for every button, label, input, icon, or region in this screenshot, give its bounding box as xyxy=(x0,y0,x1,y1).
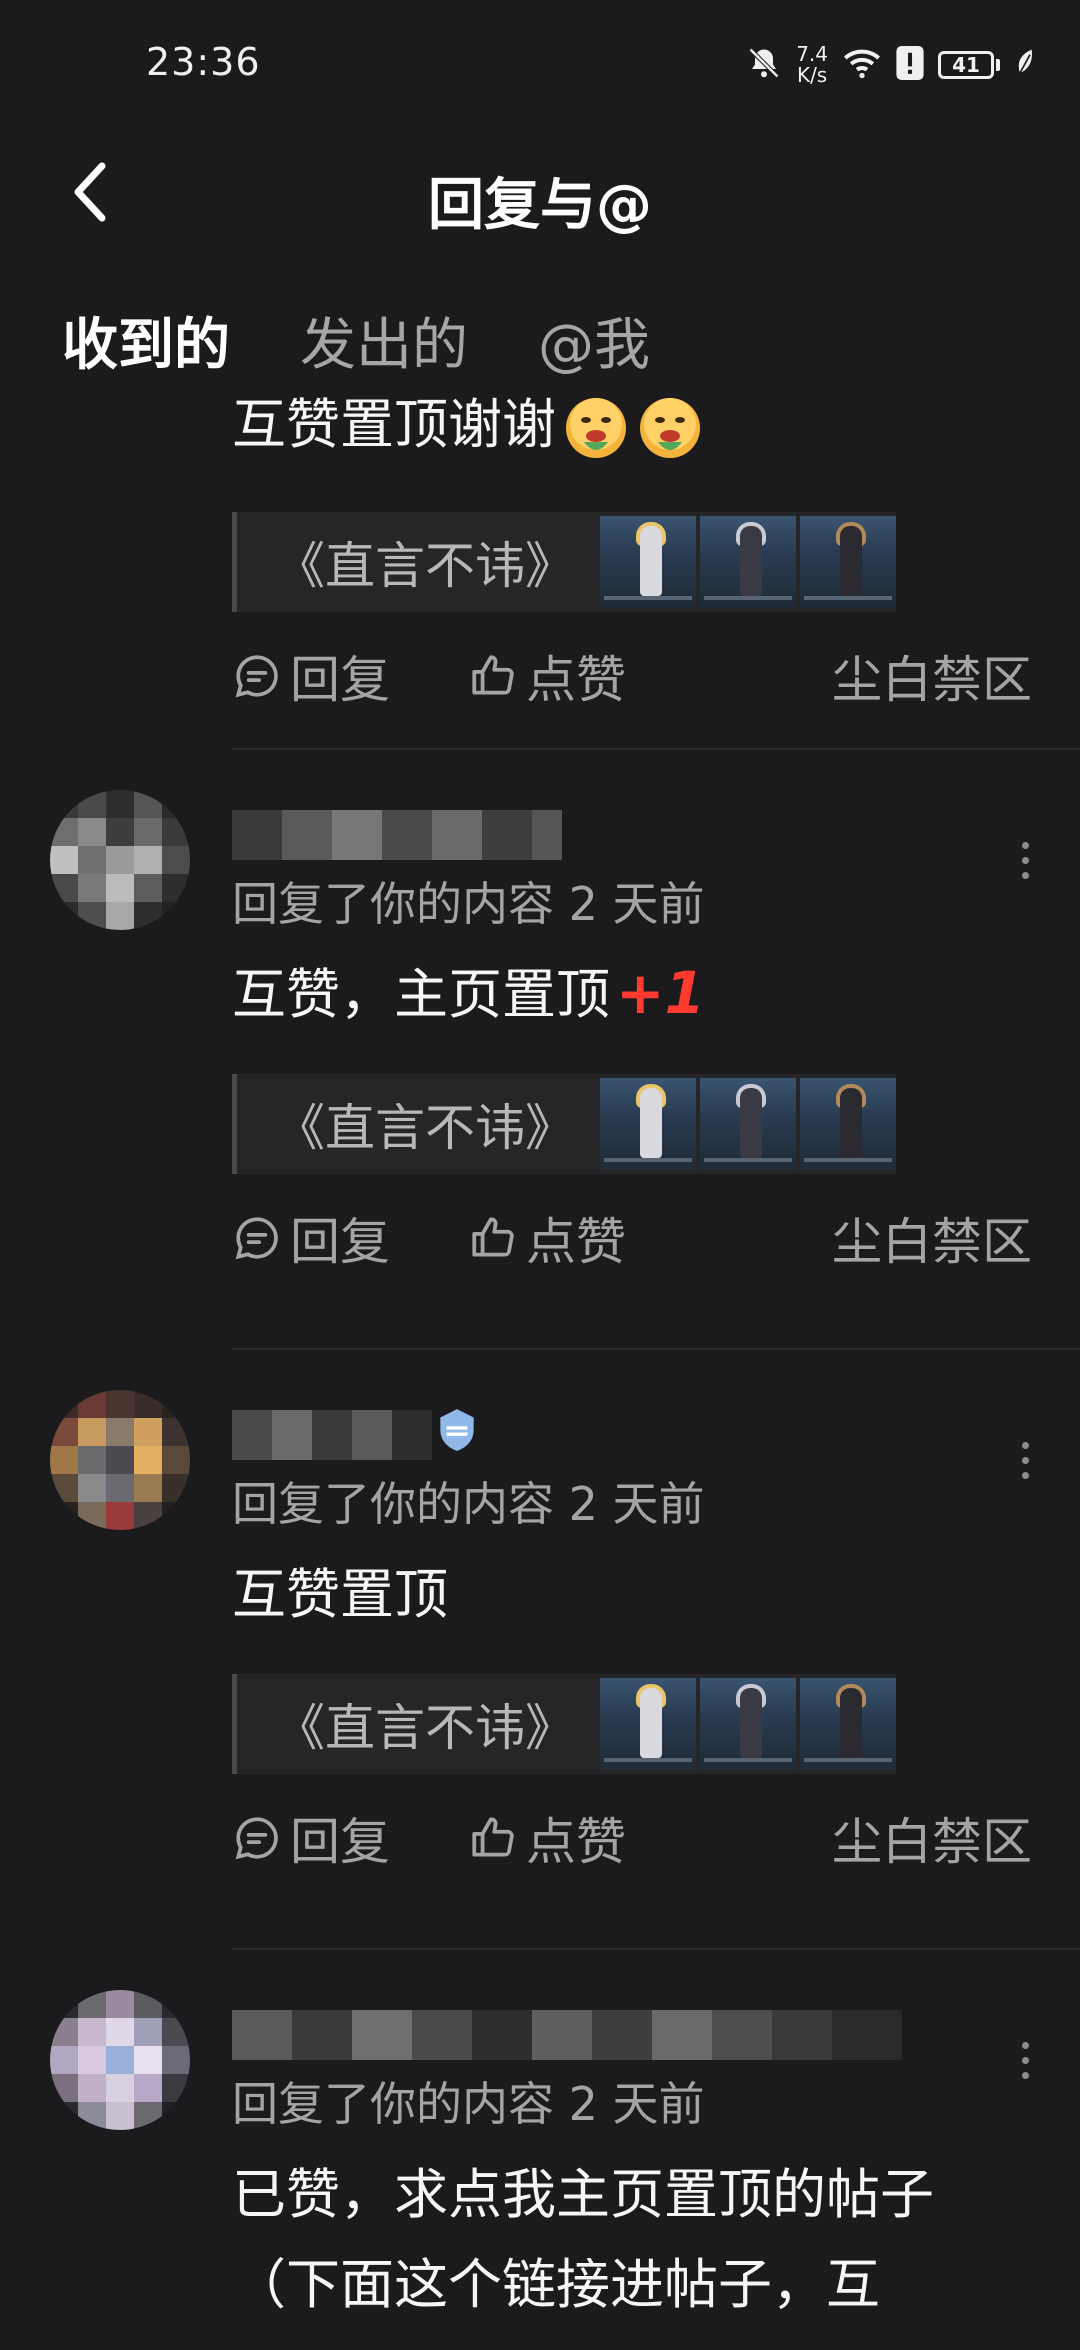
status-icons: 7.4 K/s 41 xyxy=(746,40,1036,90)
reply-text: 互赞置顶 xyxy=(232,1563,448,1626)
like-button[interactable]: 点赞 xyxy=(468,1202,626,1274)
tab-sent[interactable]: 发出的 xyxy=(300,300,468,390)
battery-cap xyxy=(996,59,1000,71)
level-badge-icon xyxy=(432,1405,482,1459)
post-thumbnails xyxy=(600,516,896,608)
thumbs-up-icon xyxy=(472,1817,514,1857)
list-item: 回复了你的内容 2 天前 互赞，主页置顶 +1 《直言不讳》 回复 点赞 尘白禁… xyxy=(0,750,1080,1350)
reply-meta: 回复了你的内容 2 天前 xyxy=(232,877,705,931)
username-obscured[interactable] xyxy=(232,810,562,860)
page-title: 回复与@ xyxy=(428,173,652,238)
username-obscured[interactable] xyxy=(232,1410,432,1460)
battery-indicator: 41 xyxy=(938,51,1000,79)
source-community[interactable]: 尘白禁区 xyxy=(832,640,1032,712)
more-options-button[interactable] xyxy=(1010,1430,1040,1490)
action-row: 回复 点赞 尘白禁区 xyxy=(232,1802,1032,1872)
post-thumbnail xyxy=(600,1078,696,1170)
reply-button[interactable]: 回复 xyxy=(232,1202,390,1274)
post-thumbnail xyxy=(700,1678,796,1770)
comment-icon xyxy=(235,1217,278,1260)
post-thumbnail xyxy=(600,516,696,608)
like-button[interactable]: 点赞 xyxy=(468,1802,626,1874)
avatar[interactable] xyxy=(50,1390,190,1530)
comment-icon xyxy=(235,1817,278,1860)
network-speed: 7.4 K/s xyxy=(796,42,828,87)
comment-icon xyxy=(235,655,278,698)
post-thumbnail xyxy=(700,1078,796,1170)
sticker-face-icon xyxy=(636,394,704,462)
post-thumbnails xyxy=(600,1078,896,1170)
list-item: 回复了你的内容 2 天前 互赞置顶 《直言不讳》 回复 点赞 尘白禁区 xyxy=(0,1350,1080,1950)
more-options-button[interactable] xyxy=(1010,2030,1040,2090)
avatar[interactable] xyxy=(50,790,190,930)
status-bar: 23:36 7.4 K/s 41 xyxy=(0,0,1080,130)
quoted-post-title: 《直言不讳》 xyxy=(275,1099,575,1157)
status-time: 23:36 xyxy=(146,40,261,84)
alert-icon xyxy=(896,46,924,84)
leaf-icon xyxy=(1014,48,1036,82)
source-community[interactable]: 尘白禁区 xyxy=(832,1202,1032,1274)
post-thumbnail xyxy=(600,1678,696,1770)
plus-one-badge: +1 xyxy=(616,959,705,1027)
quoted-post-card[interactable]: 《直言不讳》 xyxy=(232,1674,896,1774)
list-item: 回复了你的内容 2 天前 已赞，求点我主页置顶的帖子 （下面这个链接进帖子，互 xyxy=(0,1950,1080,2350)
action-row: 回复 点赞 尘白禁区 xyxy=(232,1202,1032,1272)
list-item: 互赞置顶谢谢 《直言不讳》 回复 点赞 尘白禁区 xyxy=(0,390,1080,750)
like-button[interactable]: 点赞 xyxy=(468,640,626,712)
quoted-post-card[interactable]: 《直言不讳》 xyxy=(232,512,896,612)
sticker-face-icon xyxy=(562,394,630,462)
post-thumbnail xyxy=(800,1678,896,1770)
post-thumbnail xyxy=(800,516,896,608)
thumbs-up-icon xyxy=(472,655,514,695)
header: 回复与@ xyxy=(0,130,1080,250)
post-thumbnail xyxy=(800,1078,896,1170)
wifi-icon xyxy=(842,46,882,84)
username-obscured[interactable] xyxy=(232,2010,902,2060)
quoted-post-title: 《直言不讳》 xyxy=(275,537,575,595)
avatar[interactable] xyxy=(50,1990,190,2130)
mute-bell-icon xyxy=(746,45,782,85)
source-community[interactable]: 尘白禁区 xyxy=(832,1802,1032,1874)
tab-mentions[interactable]: @我 xyxy=(538,300,650,390)
reply-button[interactable]: 回复 xyxy=(232,640,390,712)
post-thumbnails xyxy=(600,1678,896,1770)
more-options-button[interactable] xyxy=(1010,830,1040,890)
tab-received[interactable]: 收到的 xyxy=(62,300,230,390)
quoted-post-title: 《直言不讳》 xyxy=(275,1699,575,1757)
reply-button[interactable]: 回复 xyxy=(232,1802,390,1874)
tab-bar: 收到的 发出的 @我 xyxy=(62,300,650,390)
reply-text-line-1: 已赞，求点我主页置顶的帖子 xyxy=(232,2163,934,2226)
reply-text-line-2: （下面这个链接进帖子，互 xyxy=(232,2253,880,2316)
reply-text: 互赞置顶谢谢 xyxy=(232,380,704,462)
post-thumbnail xyxy=(700,516,796,608)
reply-text: 互赞，主页置顶 +1 xyxy=(232,959,705,1027)
reply-feed: 互赞置顶谢谢 《直言不讳》 回复 点赞 尘白禁区 回复了你的内容 2 天前 互赞… xyxy=(0,390,1080,2350)
reply-meta: 回复了你的内容 2 天前 xyxy=(232,2077,705,2131)
thumbs-up-icon xyxy=(472,1217,514,1257)
action-row: 回复 点赞 尘白禁区 xyxy=(232,640,1032,710)
reply-meta: 回复了你的内容 2 天前 xyxy=(232,1477,705,1531)
battery-level: 41 xyxy=(938,51,994,79)
quoted-post-card[interactable]: 《直言不讳》 xyxy=(232,1074,896,1174)
